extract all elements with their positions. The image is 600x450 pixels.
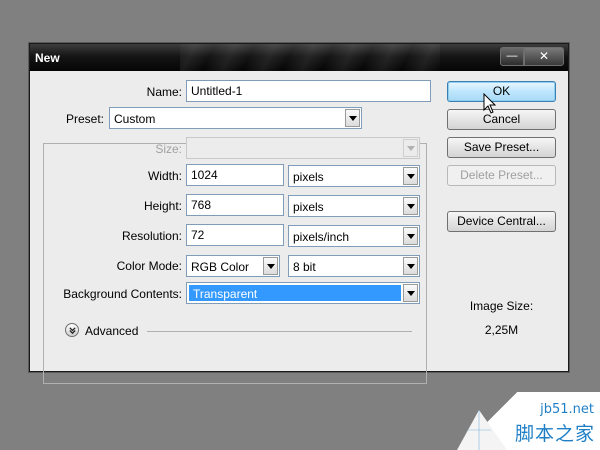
title-bar[interactable]: New — ✕ xyxy=(30,44,568,71)
preset-select[interactable]: Custom xyxy=(109,107,362,129)
cancel-button[interactable]: Cancel xyxy=(447,109,556,130)
dropdown-arrow-icon xyxy=(403,197,418,215)
width-unit-value: pixels xyxy=(293,170,324,184)
name-input[interactable]: Untitled-1 xyxy=(186,80,431,102)
resolution-unit-select[interactable]: pixels/inch xyxy=(288,225,420,247)
preset-label: Preset: xyxy=(50,112,104,126)
color-mode-value: RGB Color xyxy=(191,260,250,274)
dropdown-arrow-icon xyxy=(263,257,278,275)
background-contents-value: Transparent xyxy=(193,287,258,301)
device-central-button[interactable]: Device Central... xyxy=(447,211,556,232)
ok-button[interactable]: OK xyxy=(447,81,556,102)
close-icon: ✕ xyxy=(538,49,550,63)
width-input[interactable]: 1024 xyxy=(186,164,284,186)
watermark-url: jb51.net xyxy=(540,402,594,417)
dialog-title: New xyxy=(35,51,60,65)
resolution-input[interactable]: 72 xyxy=(186,224,284,246)
watermark-text: 脚本之家 xyxy=(514,423,595,445)
dropdown-arrow-icon xyxy=(345,109,360,127)
minimize-icon: — xyxy=(506,50,518,62)
height-input[interactable]: 768 xyxy=(186,194,284,216)
image-size-value: 2,25M xyxy=(484,323,519,337)
watermark-corner-icon xyxy=(457,410,507,450)
size-label: Size: xyxy=(155,142,182,156)
background-contents-select[interactable]: Transparent xyxy=(186,282,420,304)
bit-depth-select[interactable]: 8 bit xyxy=(288,255,420,277)
image-size-label: Image Size: xyxy=(469,299,534,313)
watermark: jb51.net 脚本之家 xyxy=(457,392,600,450)
dropdown-arrow-icon xyxy=(403,257,418,275)
dropdown-arrow-icon xyxy=(403,139,418,157)
minimize-button[interactable]: — xyxy=(500,47,524,66)
background-contents-label: Background Contents: xyxy=(63,287,182,301)
height-label: Height: xyxy=(143,199,182,213)
dropdown-arrow-icon xyxy=(403,227,418,245)
save-preset-button[interactable]: Save Preset... xyxy=(447,137,556,158)
color-mode-select[interactable]: RGB Color xyxy=(186,255,280,277)
height-unit-value: pixels xyxy=(293,200,324,214)
dropdown-arrow-icon xyxy=(403,284,418,302)
close-button[interactable]: ✕ xyxy=(524,47,564,66)
name-label: Name: xyxy=(146,85,182,99)
bit-depth-value: 8 bit xyxy=(293,260,316,274)
delete-preset-button[interactable]: Delete Preset... xyxy=(447,165,556,186)
advanced-divider xyxy=(147,331,412,332)
dropdown-arrow-icon xyxy=(403,167,418,185)
resolution-unit-value: pixels/inch xyxy=(293,230,350,244)
expand-chevron-icon[interactable] xyxy=(65,323,79,337)
height-unit-select[interactable]: pixels xyxy=(288,195,420,217)
color-mode-label: Color Mode: xyxy=(116,259,182,273)
preset-value: Custom xyxy=(114,112,156,126)
width-label: Width: xyxy=(147,169,182,183)
size-select[interactable] xyxy=(186,137,420,159)
dialog-body: Name: Untitled-1 Preset: Custom Size: Wi… xyxy=(30,71,568,384)
mouse-pointer-icon xyxy=(483,93,497,114)
advanced-label[interactable]: Advanced xyxy=(85,324,138,338)
width-unit-select[interactable]: pixels xyxy=(288,165,420,187)
window-controls: — ✕ xyxy=(500,47,564,66)
resolution-label: Resolution: xyxy=(121,229,182,243)
